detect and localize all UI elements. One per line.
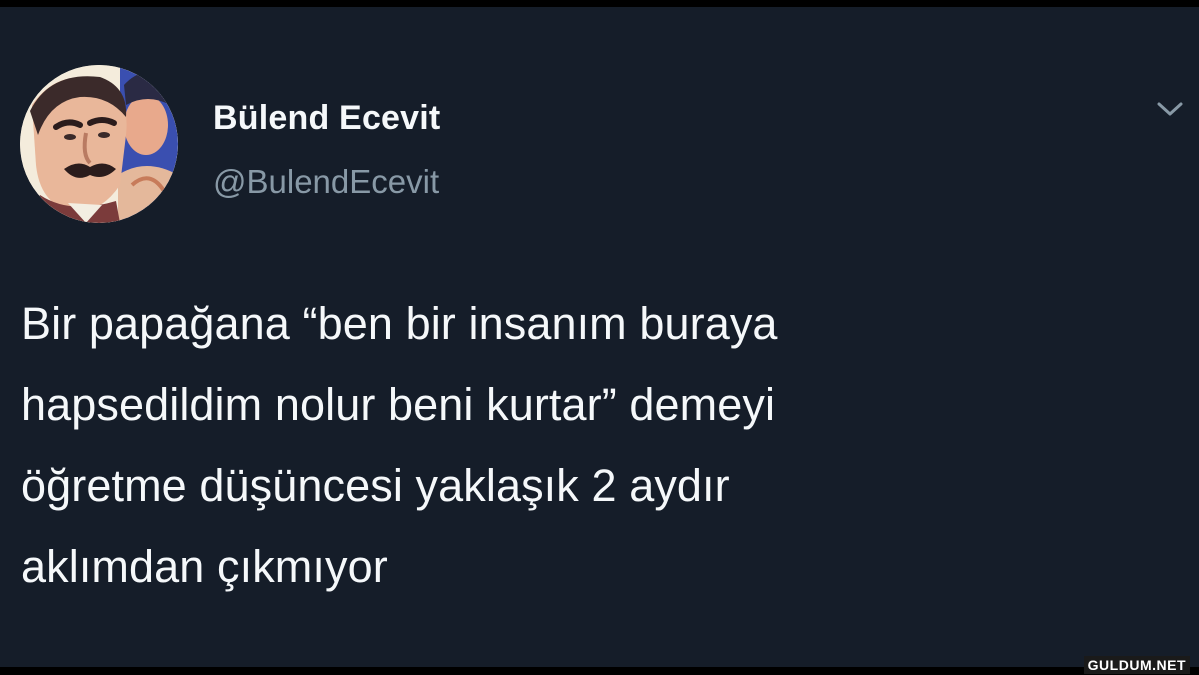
author-display-name[interactable]: Bülend Ecevit xyxy=(213,99,440,138)
profile-photo-icon xyxy=(20,65,178,223)
chevron-down-icon[interactable] xyxy=(1153,97,1187,121)
avatar[interactable] xyxy=(20,65,178,223)
tweet-text: Bir papağana “ben bir insanım buraya hap… xyxy=(21,298,778,592)
watermark: GULDUM.NET xyxy=(1083,656,1190,674)
author-handle[interactable]: @BulendEcevit xyxy=(213,163,439,201)
tweet-card: Bülend Ecevit @BulendEcevit Bir papağana… xyxy=(0,7,1199,667)
bottom-bar: GULDUM.NET xyxy=(0,656,1199,675)
